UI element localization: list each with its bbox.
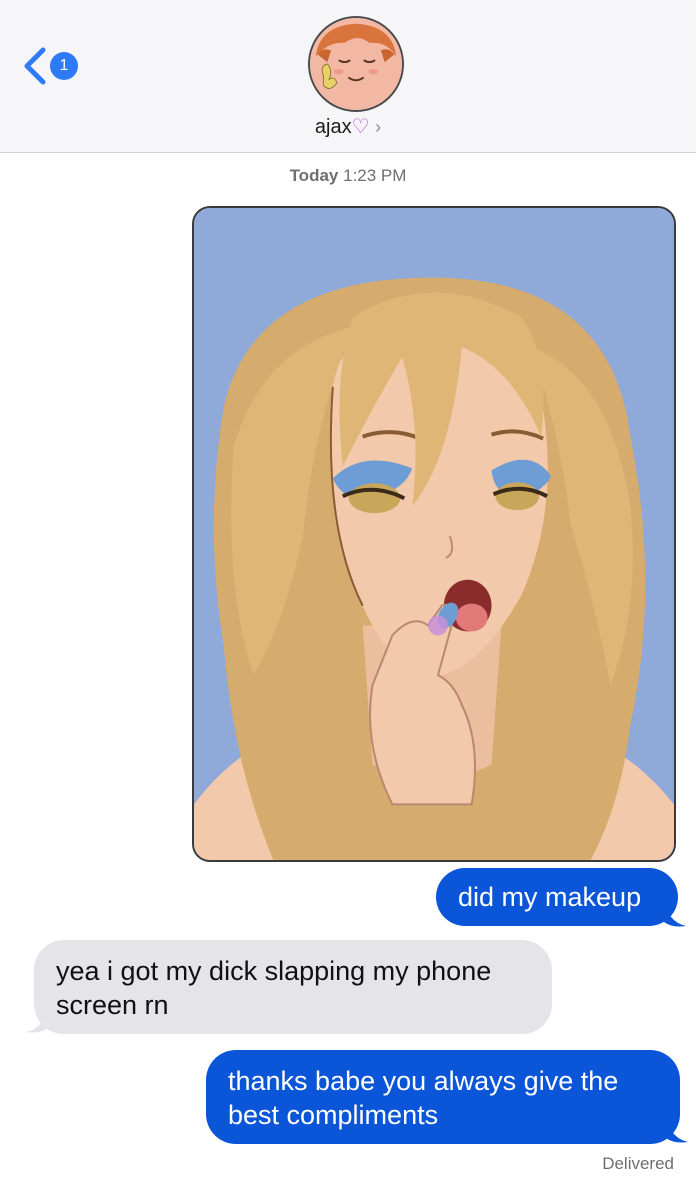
heart-icon: ♡ bbox=[351, 116, 370, 138]
conversation-header: 1 ajax♡ › bbox=[0, 0, 696, 153]
incoming-message-bubble[interactable]: yea i got my dick slapping my phone scre… bbox=[34, 940, 552, 1034]
messages-screen: 1 ajax♡ › Today 1:23 PM did my makeup ye… bbox=[0, 0, 696, 1200]
bubble-tail-incoming bbox=[26, 1006, 48, 1033]
chevron-left-icon bbox=[24, 47, 46, 85]
outgoing-message-bubble[interactable]: thanks babe you always give the best com… bbox=[206, 1050, 680, 1144]
contact-name: ajax bbox=[314, 116, 352, 138]
image-attachment[interactable] bbox=[192, 206, 676, 862]
contact-name-button[interactable]: ajax♡ › bbox=[0, 114, 696, 139]
message-timestamp: Today 1:23 PM bbox=[0, 166, 696, 186]
chevron-right-icon: › bbox=[375, 117, 382, 137]
outgoing-message-bubble[interactable]: did my makeup bbox=[436, 868, 678, 926]
timestamp-day: Today bbox=[289, 166, 339, 185]
back-button[interactable]: 1 bbox=[22, 44, 92, 88]
bubble-tail-outgoing bbox=[666, 1116, 688, 1143]
bubble-tail-outgoing bbox=[664, 900, 686, 927]
contact-avatar[interactable] bbox=[308, 16, 404, 112]
delivery-status: Delivered bbox=[602, 1154, 674, 1173]
timestamp-time: 1:23 PM bbox=[343, 166, 407, 185]
unread-count-badge: 1 bbox=[50, 52, 78, 80]
